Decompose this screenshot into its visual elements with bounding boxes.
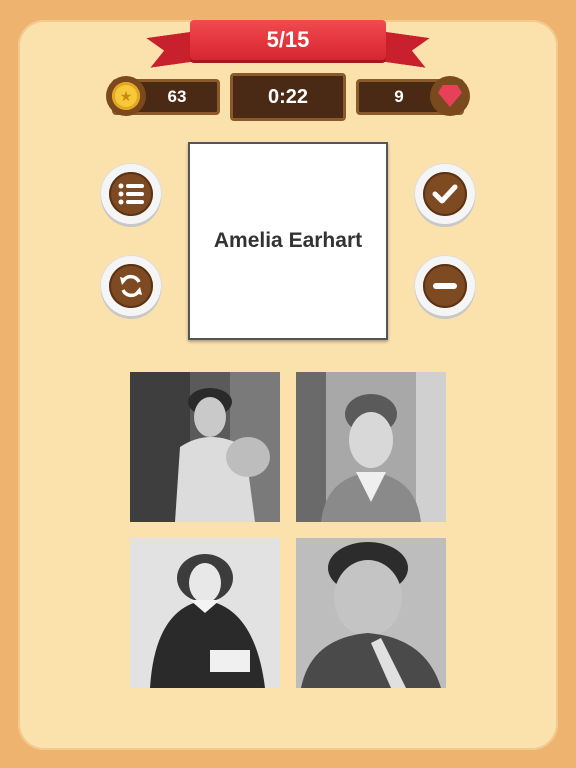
- refresh-icon: [120, 274, 142, 298]
- photo-choice-4[interactable]: [296, 538, 446, 688]
- list-icon: [118, 183, 144, 205]
- answer-word-card: Amelia Earhart: [188, 142, 388, 340]
- confirm-button[interactable]: [415, 164, 475, 224]
- portrait-image: [296, 372, 446, 522]
- photo-choice-2[interactable]: [296, 372, 446, 522]
- skip-button[interactable]: [415, 256, 475, 316]
- timer-display: 0:22: [230, 73, 346, 121]
- portrait-image: [130, 538, 280, 688]
- photo-choice-3[interactable]: [130, 538, 280, 688]
- portrait-image: [296, 538, 446, 688]
- minus-icon: [433, 283, 457, 289]
- progress-label: 5/15: [190, 20, 386, 60]
- progress-ribbon: 5/15: [148, 18, 428, 74]
- menu-button[interactable]: [101, 164, 161, 224]
- coin-icon: ★: [106, 76, 146, 116]
- game-panel: [18, 20, 558, 750]
- gem-icon[interactable]: [430, 76, 470, 116]
- restart-button[interactable]: [101, 256, 161, 316]
- portrait-image: [130, 372, 280, 522]
- checkmark-icon: [432, 184, 458, 204]
- photo-choice-1[interactable]: [130, 372, 280, 522]
